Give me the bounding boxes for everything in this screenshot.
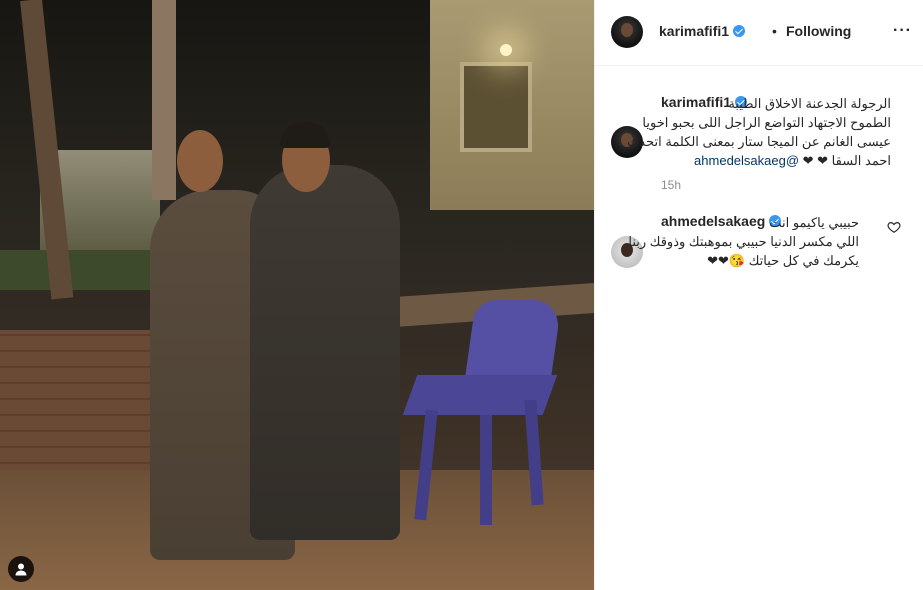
plastic-chair (400, 300, 562, 525)
tagged-people-button[interactable] (8, 556, 34, 582)
person-left-head (177, 130, 223, 192)
person-right (250, 165, 400, 540)
author-username[interactable]: karimafifi1 (659, 23, 729, 39)
more-icon[interactable]: ··· (893, 22, 912, 40)
post-header: karimafifi1 • Following ··· (595, 0, 923, 66)
author-username-row[interactable]: karimafifi1 (659, 23, 746, 39)
lit-house (430, 0, 594, 210)
comment-line: حبيبي ياكيمو انت (635, 213, 859, 232)
caption-line: عيسى الغانم عن الميجا ستار بمعنى الكلمة … (627, 134, 891, 149)
chair-leg (414, 409, 438, 521)
background-field (0, 250, 160, 290)
chair-back (464, 300, 562, 385)
post-sidebar: karimafifi1 • Following ··· karimafifi1 … (594, 0, 923, 590)
comment-line: اللي مكسر الدنيا حبيبي بموهبتك وذوقك ربن… (628, 234, 859, 249)
comment-line-text: حبيبي ياكيمو انت (769, 215, 859, 230)
caption-line: الطموح الاجتهاد التواضع الراجل اللى بحبو… (642, 115, 891, 130)
caption-line: الرجولة الجدعنة الاخلاق الطيبة (635, 94, 891, 113)
mention-link[interactable]: @ahmedelsakaeg (694, 153, 799, 168)
wooden-pole (152, 0, 176, 200)
chair-leg (524, 399, 544, 506)
caption-line-text: الرجولة الجدعنة الاخلاق الطيبة (728, 96, 891, 111)
house-lamp (500, 44, 512, 56)
caption-line-text: احمد السقا ❤ ❤ (802, 153, 891, 168)
comment-line: يكرمك في كل حياتك 😘❤❤ (707, 253, 859, 268)
caption-line: احمد السقا ❤ ❤ @ahmedelsakaeg (635, 151, 891, 170)
following-button[interactable]: Following (786, 23, 851, 39)
caption-text: الرجولة الجدعنة الاخلاق الطيبة الطموح ال… (627, 94, 891, 170)
house-window (460, 62, 532, 152)
post-timestamp[interactable]: 15h (661, 178, 681, 192)
heart-icon[interactable] (887, 220, 901, 234)
comment-text: حبيبي ياكيمو انت اللي مكسر الدنيا حبيبي … (628, 213, 859, 270)
verified-badge-icon (733, 25, 746, 37)
author-avatar[interactable] (611, 16, 643, 48)
post-photo[interactable] (0, 0, 594, 590)
chair-leg (480, 415, 492, 525)
person-icon (15, 563, 27, 576)
header-separator: • (772, 23, 777, 39)
